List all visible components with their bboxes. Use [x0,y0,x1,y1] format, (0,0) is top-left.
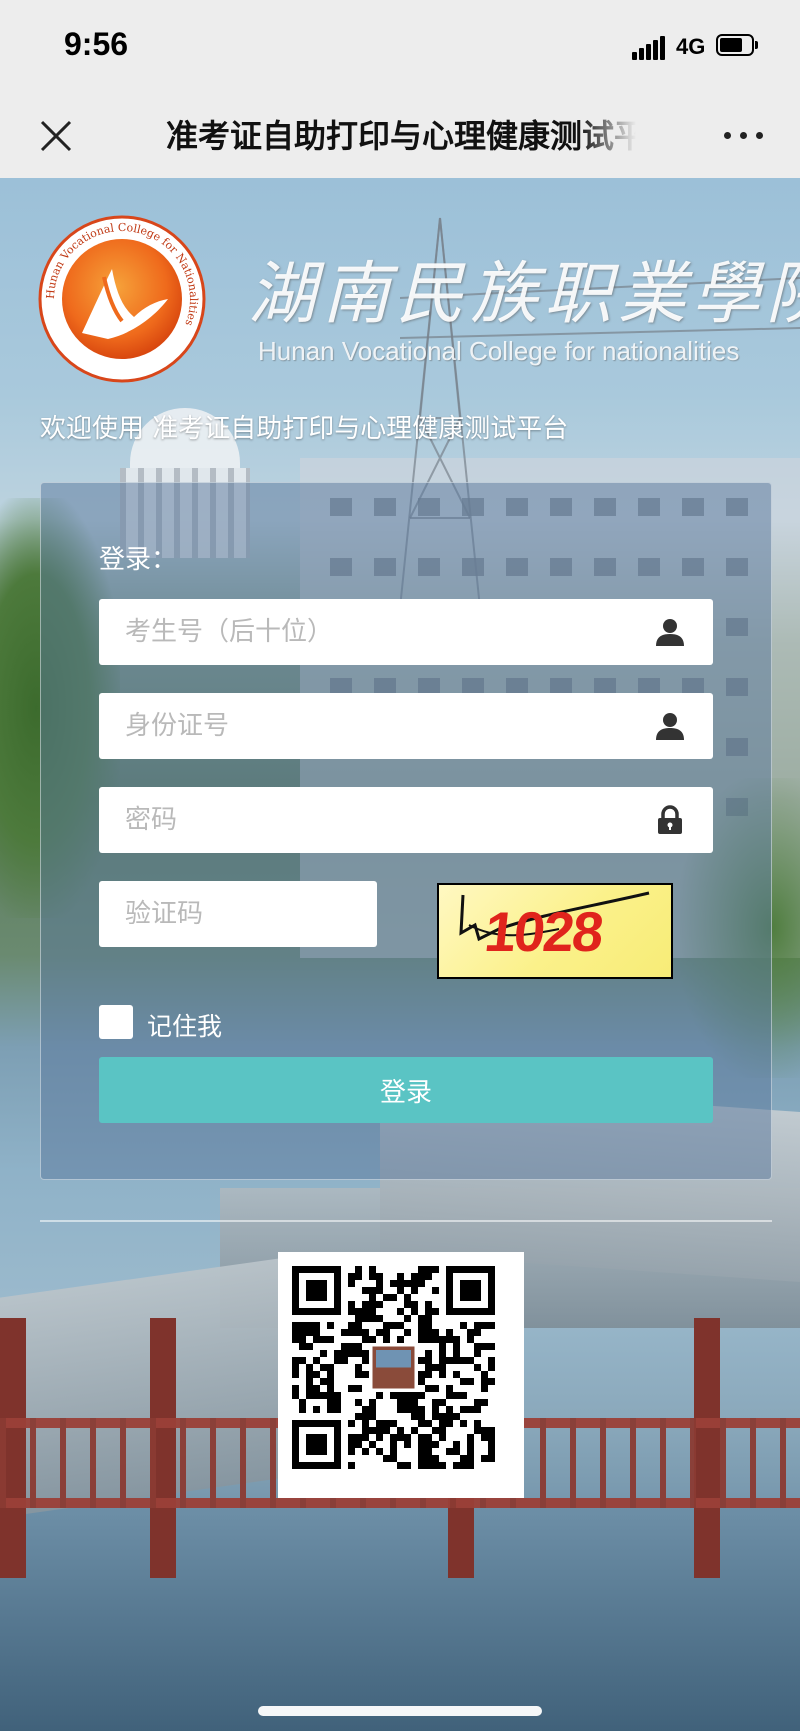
network-type: 4G [676,34,706,59]
page-title: 准考证自助打印与心理健康测试平台 [166,117,636,155]
exam-number-field[interactable] [99,599,713,665]
captcha-text: 1028 [481,900,605,963]
home-indicator[interactable] [258,1706,542,1716]
user-icon [656,619,684,646]
password-field[interactable] [99,787,713,853]
login-title: 登录： [99,545,178,575]
login-button[interactable]: 登录 [99,1057,713,1123]
user-icon [656,713,684,740]
login-panel: 登录： 1028 记住我 登录 [40,482,772,1180]
lock-icon [658,805,682,834]
close-icon[interactable] [36,116,76,156]
password-input[interactable] [99,787,713,853]
qr-code [278,1252,524,1498]
id-card-input[interactable] [99,693,713,759]
nav-bar: 准考证自助打印与心理健康测试平台 [0,96,800,178]
status-bar: 9:56 4G [0,0,800,96]
captcha-image[interactable]: 1028 [437,883,673,979]
more-dots-icon[interactable] [724,128,764,144]
college-logo: Hunan Vocational College for Nationaliti… [38,215,206,383]
remember-checkbox[interactable] [99,1005,133,1039]
id-card-field[interactable] [99,693,713,759]
college-name-en: Hunan Vocational College for nationaliti… [258,336,740,366]
welcome-text: 欢迎使用 准考证自助打印与心理健康测试平台 [40,414,569,444]
remember-label: 记住我 [147,1012,223,1041]
captcha-input[interactable] [99,881,377,947]
college-name-cn: 湖南民族职業學院 [248,255,800,334]
divider [40,1220,772,1222]
exam-number-input[interactable] [99,599,713,665]
captcha-field[interactable] [99,881,377,947]
status-time: 9:56 [64,26,129,62]
signal-icon [632,34,666,60]
battery-icon [716,34,760,58]
